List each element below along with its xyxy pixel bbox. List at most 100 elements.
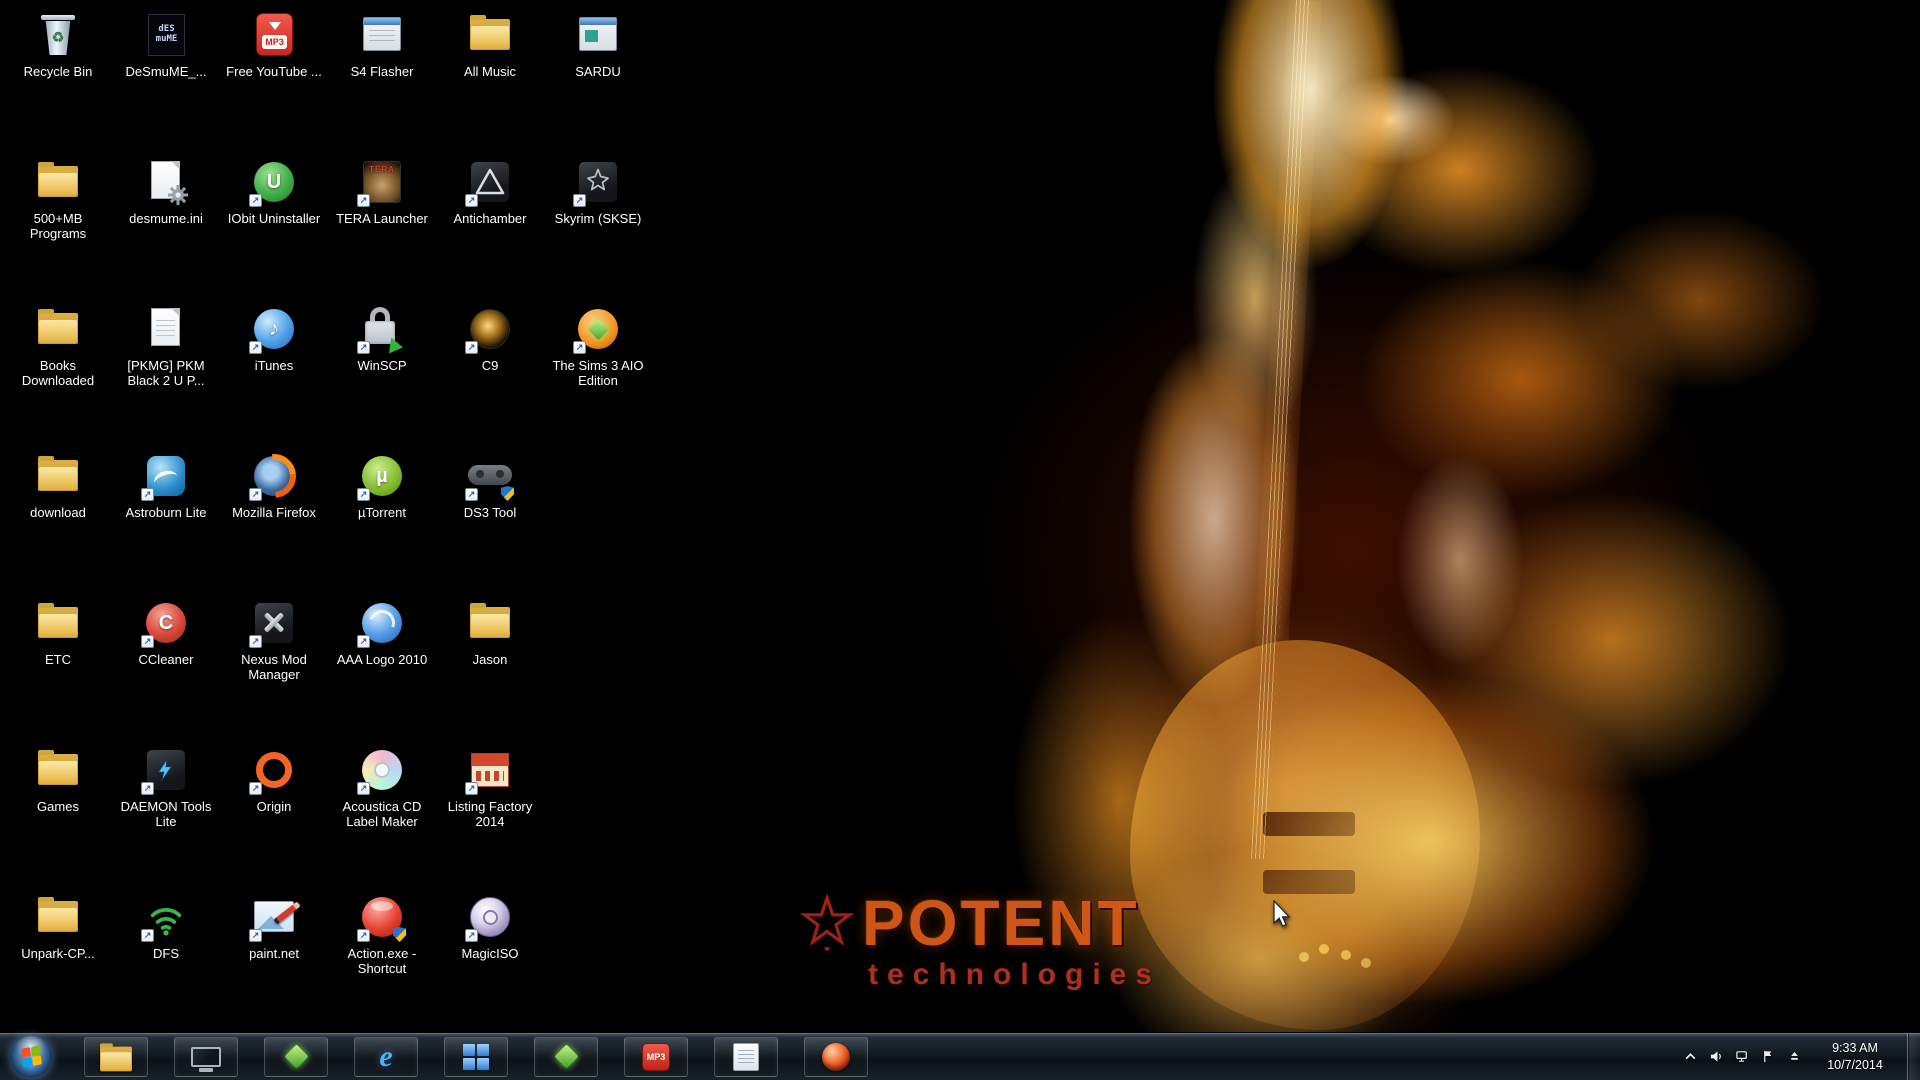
desktop-icon-label: TERA Launcher [330,211,434,226]
desktop-icon-winscp[interactable]: ↗WinSCP [328,304,436,373]
sims3-aio-icon: ↗ [572,304,624,354]
desktop-icon-programs-500mb[interactable]: 500+MB Programs [4,157,112,242]
jason-icon [464,598,516,648]
windows-explorer-icon [90,1035,142,1079]
desktop-icon-label: Free YouTube ... [222,64,326,79]
games-icon [32,745,84,795]
shortcut-arrow-icon: ↗ [249,341,262,354]
blue-tiles-app-icon [463,1044,489,1070]
taskbar-button-internet-explorer[interactable]: e [354,1037,418,1077]
skyrim-skse-icon: ↗ [572,157,624,207]
desktop-icon-s4-flasher[interactable]: S4 Flasher [328,10,436,79]
desktop-icon-action-exe-shortcut[interactable]: ↗Action.exe - Shortcut [328,892,436,977]
taskbar-button-windows-explorer[interactable] [84,1037,148,1077]
desktop-icon-antichamber[interactable]: ↗ Antichamber [436,157,544,226]
desktop-icon-desmume-ini[interactable]: desmume.ini [112,157,220,226]
recycle-bin-icon: ♻ [32,10,84,60]
desktop-icon-jason[interactable]: Jason [436,598,544,667]
shortcut-arrow-icon: ↗ [249,929,262,942]
all-music-icon [464,10,516,60]
shortcut-arrow-icon: ↗ [357,635,370,648]
desktop-icon-daemon-tools-lite[interactable]: ↗DAEMON Tools Lite [112,745,220,830]
desktop-icon-origin[interactable]: ↗Origin [220,745,328,814]
desktop-icon-magiciso[interactable]: ↗MagicISO [436,892,544,961]
desktop-icon-free-youtube-mp3[interactable]: MP3Free YouTube ... [220,10,328,79]
desktop-icon-listing-factory-2014[interactable]: ↗Listing Factory 2014 [436,745,544,830]
taskbar-clock[interactable]: 9:33 AM 10/7/2014 [1819,1040,1891,1073]
desktop-icon-utorrent[interactable]: µ↗µTorrent [328,451,436,520]
clock-time: 9:33 AM [1819,1040,1891,1056]
shortcut-arrow-icon: ↗ [357,782,370,795]
taskbar-button-mp3-app[interactable]: MP3 [624,1037,688,1077]
desktop-icon-label: ETC [6,652,110,667]
desktop-icon-sims3-aio[interactable]: ↗The Sims 3 AIO Edition [544,304,652,389]
nexus-mod-manager-icon: ↗ [248,598,300,648]
orange-ball-app-icon [822,1043,850,1071]
tray-network-icon[interactable] [1733,1048,1751,1066]
mozilla-firefox-icon: ↗ [248,451,300,501]
desktop-icon-paint-net[interactable]: ↗paint.net [220,892,328,961]
dfs-icon: ↗ [140,892,192,942]
taskbar-button-remote-desktop[interactable] [174,1037,238,1077]
tray-safely-remove-icon[interactable] [1785,1048,1803,1066]
start-button[interactable] [10,1036,52,1078]
desktop-icon-label: 500+MB Programs [6,211,110,242]
desktop-icon-sardu[interactable]: SARDU [544,10,652,79]
desktop-icon-skyrim-skse[interactable]: ↗ Skyrim (SKSE) [544,157,652,226]
remote-desktop-icon [191,1047,221,1067]
programs-500mb-icon [32,157,84,207]
desktop-icon-ccleaner[interactable]: C↗CCleaner [112,598,220,667]
desktop-icon-label: [PKMG] PKM Black 2 U P... [114,358,218,389]
desktop-icon-label: iTunes [222,358,326,373]
desktop-icon-acoustica-cd-label-maker[interactable]: ↗Acoustica CD Label Maker [328,745,436,830]
desktop-icon-unpark-cp[interactable]: Unpark-CP... [4,892,112,961]
shortcut-arrow-icon: ↗ [573,341,586,354]
ds3-tool-icon: ↗ [464,451,516,501]
desktop-icon-iobit-uninstaller[interactable]: U↗IObit Uninstaller [220,157,328,226]
desktop-icon-etc[interactable]: ETC [4,598,112,667]
desktop-icon-recycle-bin[interactable]: ♻ Recycle Bin [4,10,112,79]
taskbar-button-the-sims-plumbob-2[interactable] [534,1037,598,1077]
light-document-app-icon [733,1043,759,1071]
desktop-icon-label: Games [6,799,110,814]
taskbar-button-blue-tiles-app[interactable] [444,1037,508,1077]
tray-action-center-flag-icon[interactable] [1759,1048,1777,1066]
tray-icons [1681,1048,1803,1066]
desktop-icon-tera-launcher[interactable]: TERA↗TERA Launcher [328,157,436,226]
desktop-icon-mozilla-firefox[interactable]: ↗Mozilla Firefox [220,451,328,520]
desktop-icon-all-music[interactable]: All Music [436,10,544,79]
desktop-icon-books-downloaded[interactable]: Books Downloaded [4,304,112,389]
desktop-icon-dfs[interactable]: ↗DFS [112,892,220,961]
desktop-icon-ds3-tool[interactable]: ↗DS3 Tool [436,451,544,520]
desktop-icon-nexus-mod-manager[interactable]: ↗Nexus Mod Manager [220,598,328,683]
tray-speaker-icon[interactable] [1707,1048,1725,1066]
shortcut-arrow-icon: ↗ [465,488,478,501]
desktop-icon-pkmg-pkm-black2[interactable]: [PKMG] PKM Black 2 U P... [112,304,220,389]
desktop-icon-download[interactable]: download [4,451,112,520]
desktop-icon-label: Books Downloaded [6,358,110,389]
shortcut-arrow-icon: ↗ [141,929,154,942]
show-desktop-button[interactable] [1907,1033,1920,1080]
the-sims-plumbob-1-icon [288,1048,305,1065]
taskbar-button-light-document-app[interactable] [714,1037,778,1077]
taskbar-button-the-sims-plumbob-1[interactable] [264,1037,328,1077]
desktop-icon-desmume[interactable]: dES muMEDeSmuME_... [112,10,220,79]
desktop-icon-aaa-logo-2010[interactable]: ↗AAA Logo 2010 [328,598,436,667]
desktop-icon-label: Skyrim (SKSE) [546,211,650,226]
magiciso-icon: ↗ [464,892,516,942]
desktop-icon-astroburn-lite[interactable]: ↗Astroburn Lite [112,451,220,520]
etc-icon [32,598,84,648]
shortcut-arrow-icon: ↗ [357,488,370,501]
desktop-icon-label: Antichamber [438,211,542,226]
desktop-icon-games[interactable]: Games [4,745,112,814]
desktop-icon-itunes[interactable]: ♪↗iTunes [220,304,328,373]
paint-net-icon: ↗ [248,892,300,942]
desktop-icon-c9[interactable]: ↗C9 [436,304,544,373]
tray-chevron-up-icon[interactable] [1681,1048,1699,1066]
origin-icon: ↗ [248,745,300,795]
desktop-icon-label: IObit Uninstaller [222,211,326,226]
taskbar-button-orange-ball-app[interactable] [804,1037,868,1077]
antichamber-icon: ↗ [464,157,516,207]
desktop-icon-label: Recycle Bin [6,64,110,79]
download-icon [32,451,84,501]
